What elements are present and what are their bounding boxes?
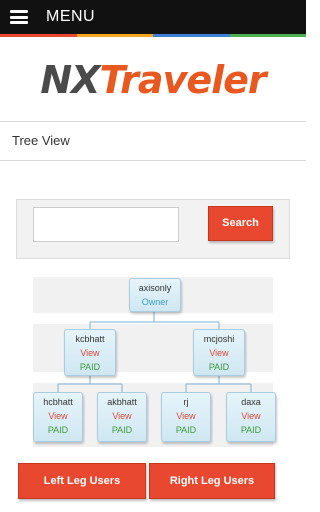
tree-node-root[interactable]: axisonly Owner — [129, 278, 181, 312]
status-label: PAID — [79, 362, 101, 372]
node-name: kcbhatt — [75, 334, 105, 344]
tree-node[interactable]: daxa View PAID — [226, 392, 276, 442]
tree-node[interactable]: hcbhatt View PAID — [33, 392, 83, 442]
node-name: akbhatt — [107, 397, 137, 407]
node-name: rj — [183, 397, 189, 407]
view-link[interactable]: View — [162, 409, 210, 423]
node-name: daxa — [241, 397, 261, 407]
status-label: PAID — [240, 425, 262, 435]
view-link[interactable]: View — [65, 346, 115, 360]
node-name: hcbhatt — [43, 397, 73, 407]
left-leg-users-button[interactable]: Left Leg Users — [18, 463, 146, 499]
status-label: PAID — [175, 425, 197, 435]
tree-node[interactable]: mcjoshi View PAID — [193, 329, 245, 376]
status-label: PAID — [47, 425, 69, 435]
status-label: PAID — [111, 425, 133, 435]
tree-node[interactable]: rj View PAID — [161, 392, 211, 442]
node-role: Owner — [141, 297, 169, 307]
view-link[interactable]: View — [227, 409, 275, 423]
right-leg-users-button[interactable]: Right Leg Users — [149, 463, 275, 499]
tree-node[interactable]: akbhatt View PAID — [97, 392, 147, 442]
status-label: PAID — [208, 362, 230, 372]
view-link[interactable]: View — [34, 409, 82, 423]
view-link[interactable]: View — [98, 409, 146, 423]
node-name: axisonly — [138, 283, 172, 293]
view-link[interactable]: View — [194, 346, 244, 360]
tree-node[interactable]: kcbhatt View PAID — [64, 329, 116, 376]
node-name: mcjoshi — [203, 334, 235, 344]
